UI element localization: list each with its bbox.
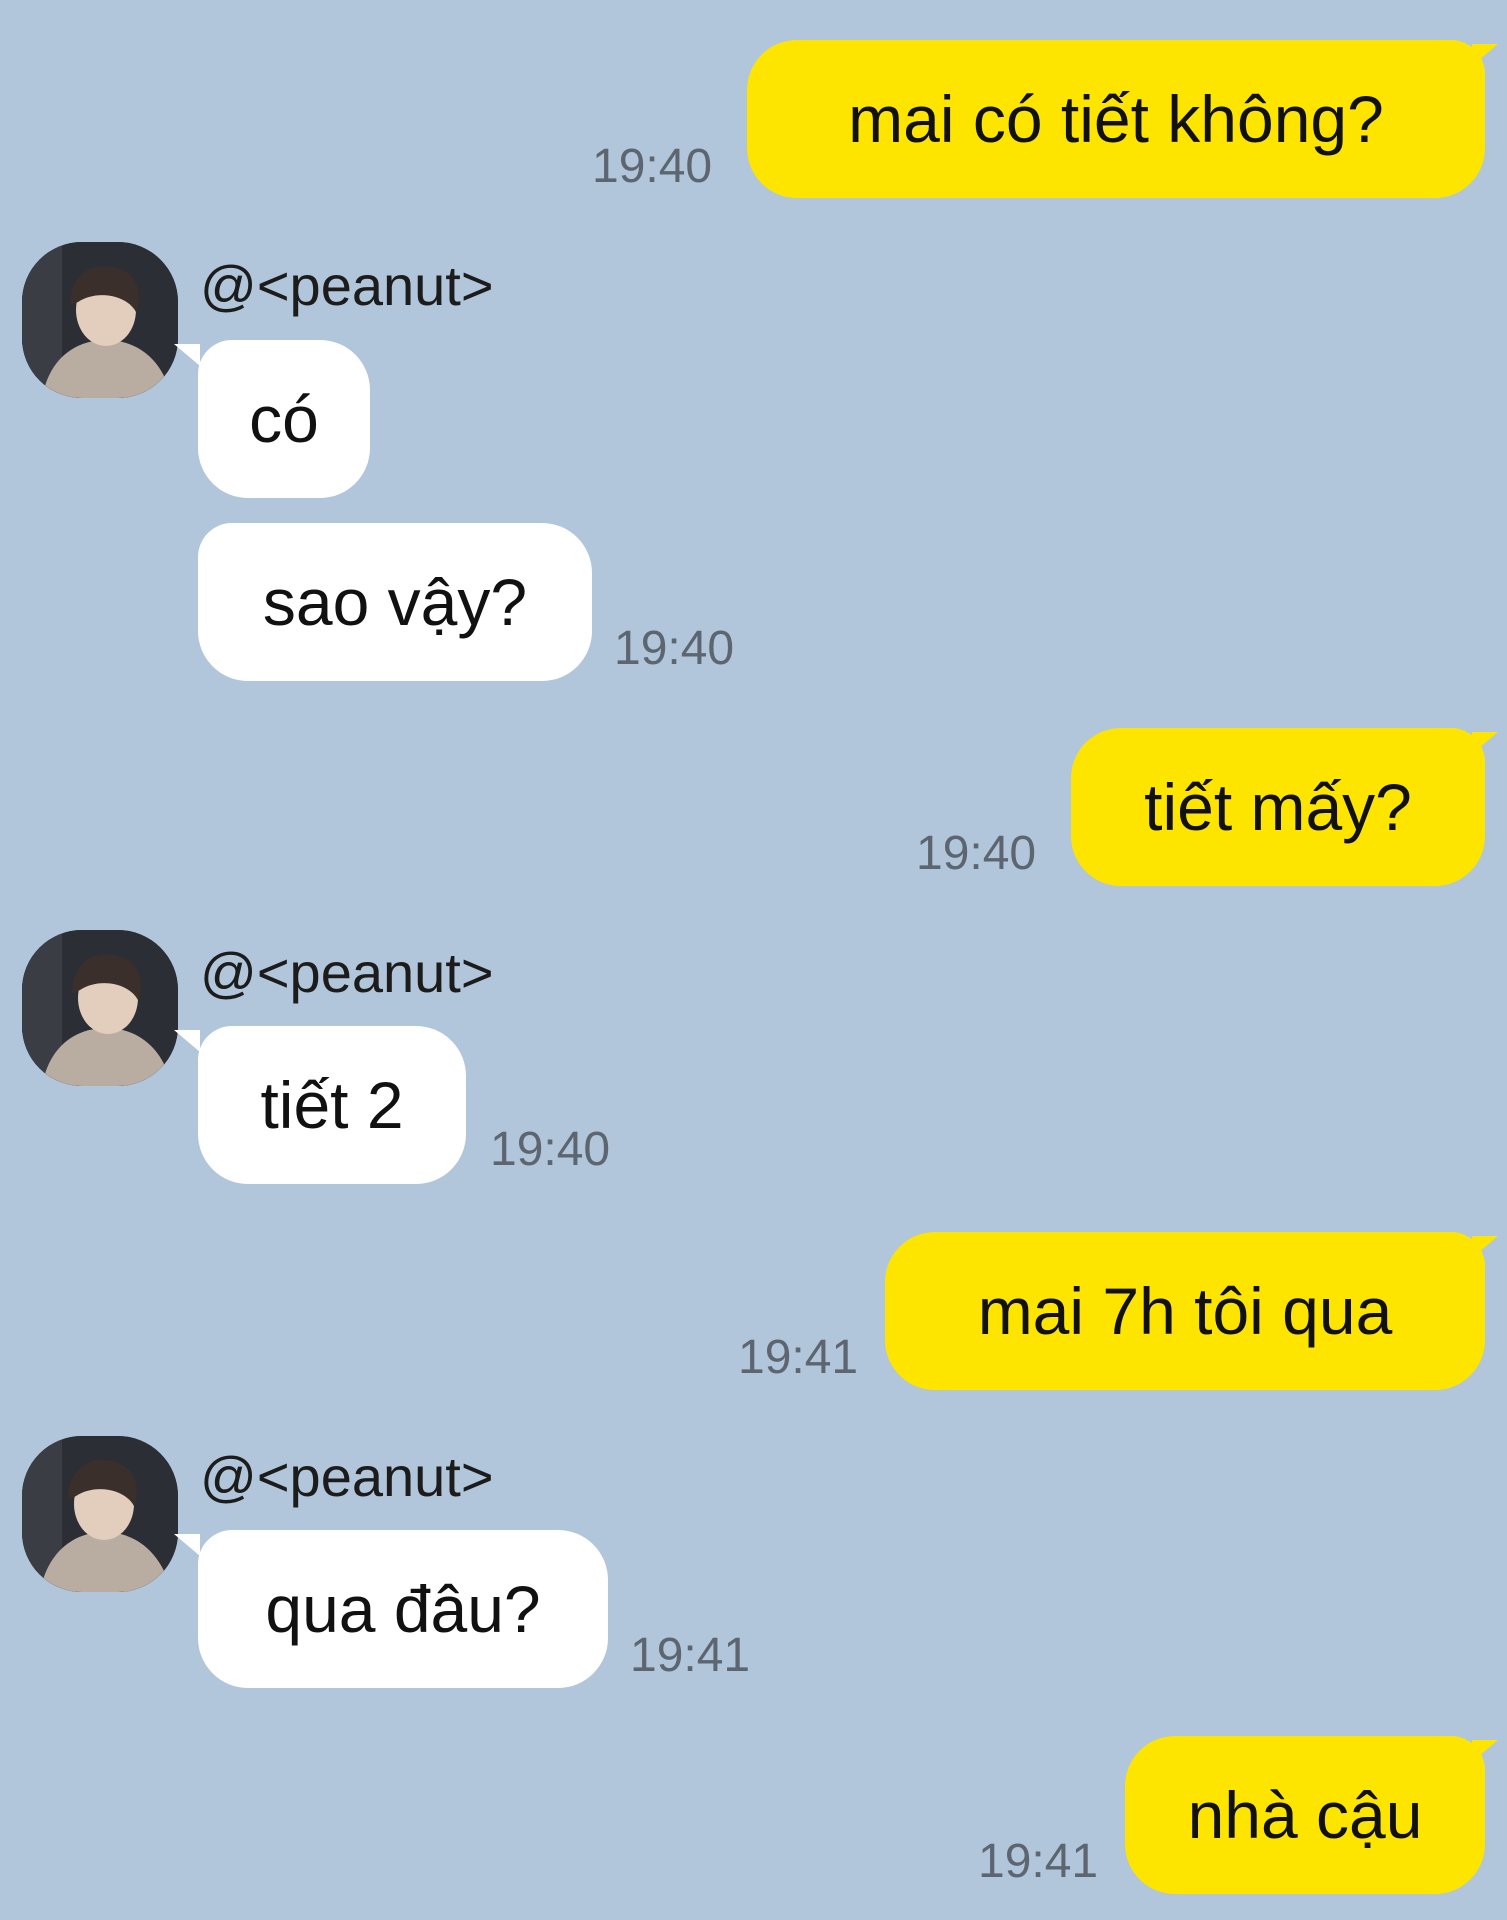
peer-message-bubble[interactable]: tiết 2 <box>198 1026 466 1184</box>
message-timestamp: 19:40 <box>916 827 1037 880</box>
bubble-tail <box>1472 1236 1498 1258</box>
bubble-tail <box>174 1534 200 1556</box>
bubble-tail <box>174 1030 200 1052</box>
my-message-bubble[interactable]: mai 7h tôi qua <box>885 1232 1485 1390</box>
peer-message-bubble[interactable]: qua đâu? <box>198 1530 608 1688</box>
bubble-tail <box>1472 732 1498 754</box>
message-timestamp: 19:41 <box>978 1835 1099 1888</box>
my-message-bubble[interactable]: tiết mấy? <box>1071 728 1485 886</box>
peer-name: @<peanut> <box>200 1445 494 1508</box>
peer-message-bubble[interactable]: sao vậy? <box>198 523 592 681</box>
peer-avatar[interactable] <box>22 1436 178 1592</box>
avatar-photo-icon <box>22 930 178 1086</box>
message-timestamp: 19:41 <box>630 1629 751 1682</box>
avatar-photo-icon <box>22 242 178 398</box>
message-timestamp: 19:40 <box>614 622 735 675</box>
message-timestamp: 19:41 <box>738 1331 859 1384</box>
bubble-tail <box>1472 44 1498 66</box>
peer-avatar[interactable] <box>22 930 178 1086</box>
chat-window[interactable]: 19:40 mai có tiết không? @<peanut> có sa… <box>0 0 1507 1920</box>
peer-avatar[interactable] <box>22 242 178 398</box>
peer-message-bubble[interactable]: có <box>198 340 370 498</box>
bubble-tail <box>174 344 200 366</box>
my-message-bubble[interactable]: nhà cậu <box>1125 1736 1485 1894</box>
peer-name: @<peanut> <box>200 254 494 317</box>
my-message-bubble[interactable]: mai có tiết không? <box>747 40 1485 198</box>
message-timestamp: 19:40 <box>592 140 713 193</box>
peer-name: @<peanut> <box>200 941 494 1004</box>
message-timestamp: 19:40 <box>490 1123 611 1176</box>
bubble-tail <box>1472 1740 1498 1762</box>
avatar-photo-icon <box>22 1436 178 1592</box>
